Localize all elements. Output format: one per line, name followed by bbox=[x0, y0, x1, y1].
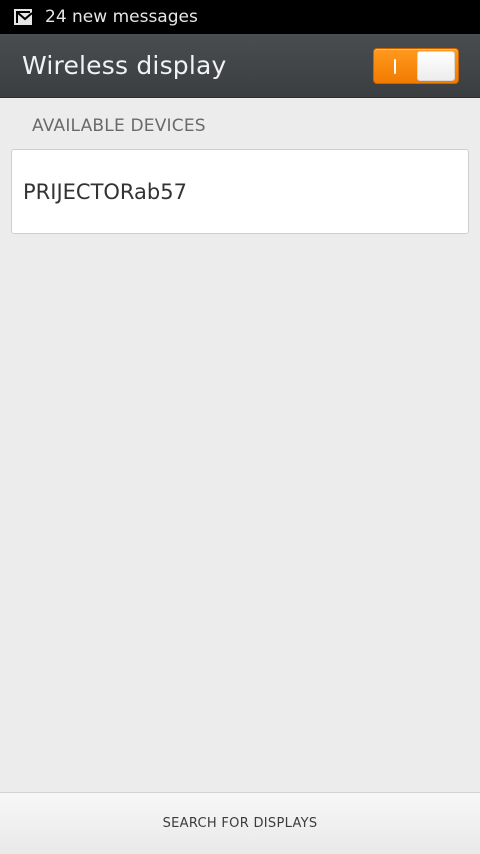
search-for-displays-button[interactable]: SEARCH FOR DISPLAYS bbox=[0, 792, 480, 854]
gmail-notification-icon bbox=[14, 8, 34, 26]
toggle-on-mark-icon bbox=[394, 59, 396, 74]
available-devices-header: AVAILABLE DEVICES bbox=[32, 116, 206, 136]
search-for-displays-label: SEARCH FOR DISPLAYS bbox=[162, 816, 318, 831]
toggle-knob[interactable] bbox=[417, 51, 455, 81]
device-name: PRIJECTORab57 bbox=[23, 179, 187, 204]
device-list-item[interactable]: PRIJECTORab57 bbox=[11, 149, 469, 234]
notification-text: 24 new messages bbox=[45, 6, 198, 27]
page-title: Wireless display bbox=[22, 51, 227, 80]
app-bar: Wireless display bbox=[0, 34, 480, 98]
status-bar: 24 new messages bbox=[0, 0, 480, 34]
wireless-display-toggle[interactable] bbox=[373, 48, 459, 84]
